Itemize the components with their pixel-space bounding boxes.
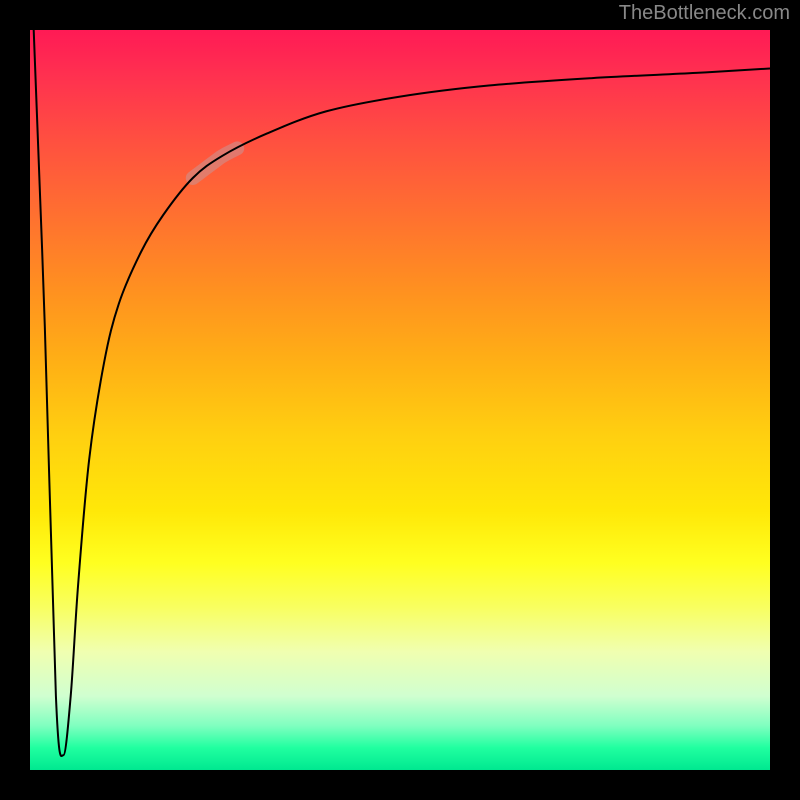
curve-svg xyxy=(30,30,770,770)
plot-area xyxy=(30,30,770,770)
bottleneck-curve xyxy=(34,30,770,756)
highlight-segment xyxy=(193,148,237,178)
watermark-text: TheBottleneck.com xyxy=(619,2,790,25)
